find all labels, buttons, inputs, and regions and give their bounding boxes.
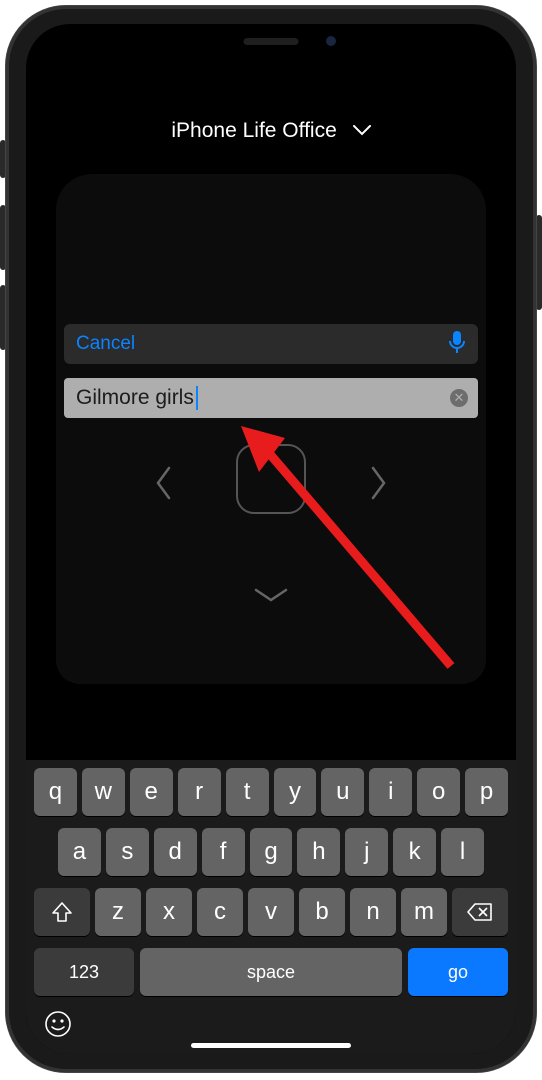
key-z[interactable]: z <box>95 888 141 936</box>
screen: iPhone Life Office Cancel Gilmore girls … <box>26 24 516 1054</box>
key-b[interactable]: b <box>299 888 345 936</box>
key-k[interactable]: k <box>393 828 436 876</box>
go-key[interactable]: go <box>408 948 508 996</box>
key-l[interactable]: l <box>441 828 484 876</box>
shift-key[interactable] <box>34 888 90 936</box>
keyboard-row-2: asdfghjkl <box>30 828 512 876</box>
key-j[interactable]: j <box>345 828 388 876</box>
key-w[interactable]: w <box>82 768 125 816</box>
device-picker[interactable]: iPhone Life Office <box>26 119 516 143</box>
power-button[interactable] <box>536 215 542 310</box>
space-key[interactable]: space <box>140 948 402 996</box>
key-d[interactable]: d <box>154 828 197 876</box>
key-q[interactable]: q <box>34 768 77 816</box>
keyboard-row-3: zxcvbnm <box>30 888 512 936</box>
key-m[interactable]: m <box>401 888 447 936</box>
device-title: iPhone Life Office <box>171 119 336 142</box>
chevron-down-icon <box>353 119 371 143</box>
notch <box>156 24 386 58</box>
home-indicator[interactable] <box>191 1043 351 1048</box>
key-p[interactable]: p <box>465 768 508 816</box>
dpad-select[interactable] <box>236 444 306 514</box>
keyboard: qwertyuiop asdfghjkl zxcvbnm 123 space g… <box>26 760 516 1054</box>
numbers-key[interactable]: 123 <box>34 948 134 996</box>
device-frame: iPhone Life Office Cancel Gilmore girls … <box>6 6 536 1072</box>
search-action-bar: Cancel <box>64 324 478 364</box>
keyboard-toolbar <box>30 1006 512 1046</box>
dpad-left-icon[interactable] <box>154 466 174 509</box>
keyboard-row-1: qwertyuiop <box>30 768 512 816</box>
key-c[interactable]: c <box>197 888 243 936</box>
key-f[interactable]: f <box>202 828 245 876</box>
text-caret <box>196 386 198 410</box>
key-n[interactable]: n <box>350 888 396 936</box>
key-i[interactable]: i <box>369 768 412 816</box>
backspace-key[interactable] <box>452 888 508 936</box>
dpad <box>26 434 516 554</box>
key-s[interactable]: s <box>106 828 149 876</box>
key-v[interactable]: v <box>248 888 294 936</box>
key-y[interactable]: y <box>274 768 317 816</box>
key-u[interactable]: u <box>321 768 364 816</box>
dpad-down-icon[interactable] <box>254 579 288 611</box>
key-h[interactable]: h <box>297 828 340 876</box>
key-r[interactable]: r <box>178 768 221 816</box>
key-a[interactable]: a <box>58 828 101 876</box>
key-x[interactable]: x <box>146 888 192 936</box>
keyboard-row-4: 123 space go <box>30 948 512 996</box>
key-g[interactable]: g <box>250 828 293 876</box>
key-e[interactable]: e <box>130 768 173 816</box>
cancel-button[interactable]: Cancel <box>76 333 135 355</box>
dpad-right-icon[interactable] <box>368 466 388 509</box>
key-t[interactable]: t <box>226 768 269 816</box>
microphone-icon[interactable] <box>448 330 466 359</box>
key-o[interactable]: o <box>417 768 460 816</box>
emoji-key-icon[interactable] <box>44 1010 72 1045</box>
search-input-value: Gilmore girls <box>76 386 194 410</box>
clear-input-icon[interactable]: ✕ <box>450 389 468 407</box>
search-input[interactable]: Gilmore girls ✕ <box>64 378 478 418</box>
